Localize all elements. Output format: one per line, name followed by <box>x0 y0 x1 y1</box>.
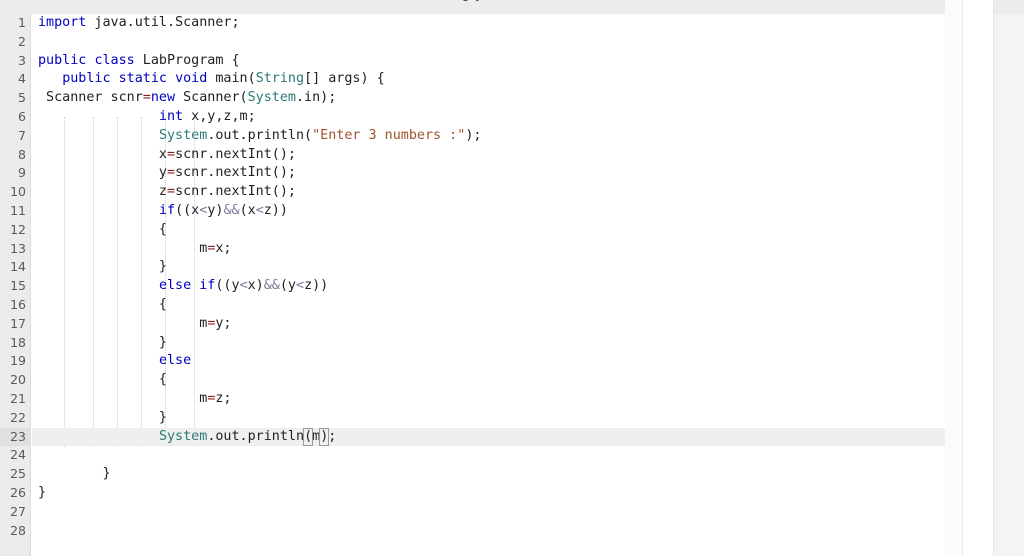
line-number: 28 <box>10 522 26 538</box>
code-line[interactable]: System.out.println(m); <box>32 427 945 447</box>
code-line[interactable] <box>32 503 945 522</box>
line-number: 5 <box>18 90 26 106</box>
code-line[interactable]: else if((y<x)&&(y<z)) <box>32 277 945 296</box>
line-number: 21 <box>10 391 26 406</box>
editor-right-margin <box>945 0 963 556</box>
code-line[interactable]: m=x; <box>32 240 945 259</box>
line-number: 23 <box>0 427 31 447</box>
line-number: 2 <box>18 33 26 49</box>
line-number: 13 <box>10 240 26 256</box>
code-line[interactable]: } <box>32 334 945 353</box>
code-line[interactable]: System.out.println("Enter 3 numbers :"); <box>32 127 945 146</box>
toolbar-bottom-strip: g y <box>0 0 945 14</box>
line-number: 10 <box>10 184 26 200</box>
line-number: 27 <box>10 503 26 519</box>
code-line[interactable]: public class LabProgram { <box>32 52 945 71</box>
line-number: 17 <box>10 315 26 331</box>
code-line[interactable] <box>32 522 945 541</box>
page-background-right <box>994 0 1024 556</box>
code-line[interactable]: x=scnr.nextInt(); <box>32 146 945 165</box>
code-line[interactable]: m=y; <box>32 315 945 334</box>
code-line[interactable]: Scanner scnr=new Scanner(System.in); <box>32 89 945 108</box>
line-number: 15 <box>10 278 26 294</box>
code-line[interactable]: else <box>32 352 945 371</box>
page-background-right-top <box>994 0 1024 14</box>
line-number: 25 <box>10 466 26 482</box>
line-number: 1 <box>18 15 26 30</box>
line-number: 8 <box>18 146 26 162</box>
clipped-toolbar-label: g y <box>0 0 945 2</box>
code-editor[interactable]: 1 2 3 4 5 6 7 8 9 10 11 12 13 14 15 16 17 18 19 20 21 22 23 24 2… <box>0 14 945 556</box>
line-number: 26 <box>10 485 26 500</box>
right-side-panel[interactable] <box>963 0 994 556</box>
code-line[interactable]: } <box>32 484 945 503</box>
code-line[interactable]: int x,y,z,m; <box>32 108 945 127</box>
editor-screen: g y 123456789101112131415161718192021222… <box>0 0 1024 556</box>
code-line[interactable]: { <box>32 296 945 315</box>
code-line[interactable]: } <box>32 409 945 428</box>
line-number: 22 <box>10 409 26 425</box>
code-line[interactable]: } <box>32 258 945 277</box>
line-number: 3 <box>18 52 26 68</box>
code-line[interactable]: if((x<y)&&(x<z)) <box>32 202 945 221</box>
code-line[interactable] <box>32 33 945 52</box>
line-number: 7 <box>18 127 26 143</box>
line-number: 12 <box>10 221 26 237</box>
code-line[interactable] <box>32 446 945 465</box>
code-line[interactable]: import java.util.Scanner; <box>32 14 945 33</box>
code-line[interactable]: m=z; <box>32 390 945 409</box>
line-number: 24 <box>10 447 26 463</box>
code-line[interactable]: { <box>32 371 945 390</box>
line-number: 6 <box>18 109 26 124</box>
code-line[interactable]: z=scnr.nextInt(); <box>32 183 945 202</box>
line-number: 18 <box>10 334 26 350</box>
code-line[interactable]: y=scnr.nextInt(); <box>32 164 945 183</box>
line-number: 19 <box>10 353 26 369</box>
code-line[interactable]: public static void main(String[] args) { <box>32 70 945 89</box>
line-number: 11 <box>10 203 26 218</box>
line-number: 20 <box>10 372 26 388</box>
line-number: 9 <box>18 165 26 181</box>
code-line[interactable]: { <box>32 221 945 240</box>
line-number: 4 <box>18 71 26 87</box>
line-number: 16 <box>10 297 26 312</box>
code-line[interactable]: } <box>32 465 945 484</box>
line-number: 14 <box>10 259 26 275</box>
